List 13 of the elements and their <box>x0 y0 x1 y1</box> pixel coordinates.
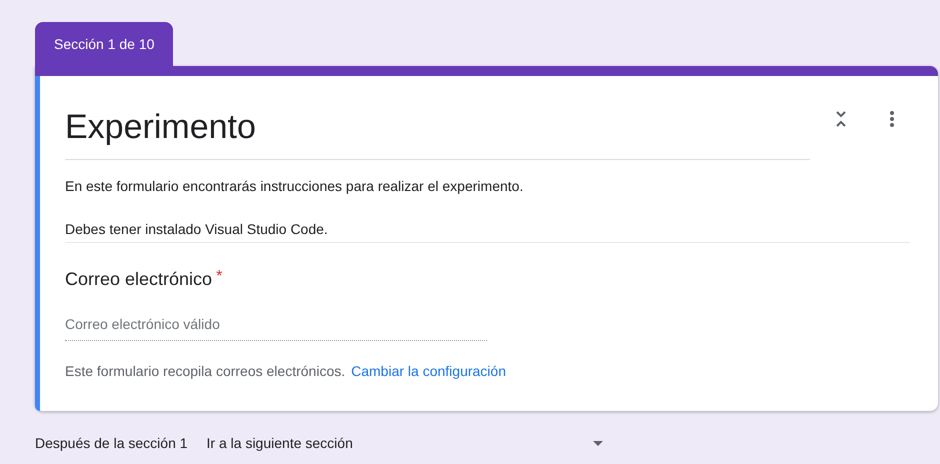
description-text: En este formulario encontrarás instrucciones para realizar el experimento. <box>65 178 524 195</box>
form-title[interactable]: Experimento <box>65 100 810 160</box>
section-tab[interactable]: Sección 1 de 10 <box>35 22 174 66</box>
more-options-icon[interactable] <box>889 110 895 128</box>
settings-link[interactable]: Cambiar la configuración <box>351 363 506 379</box>
note-text: Este formulario recopila correos electrónicos. <box>65 363 346 379</box>
description-text: Debes tener instalado Visual Studio Code. <box>65 221 910 243</box>
question-label: Correo electrónico <box>65 269 212 289</box>
required-mark: * <box>216 268 222 285</box>
dropdown-caret-icon <box>592 440 603 446</box>
next-section-dropdown[interactable]: Ir a la siguiente sección <box>206 435 603 451</box>
collapse-icon[interactable] <box>835 110 847 128</box>
after-section-label: Después de la sección 1 <box>35 435 188 451</box>
